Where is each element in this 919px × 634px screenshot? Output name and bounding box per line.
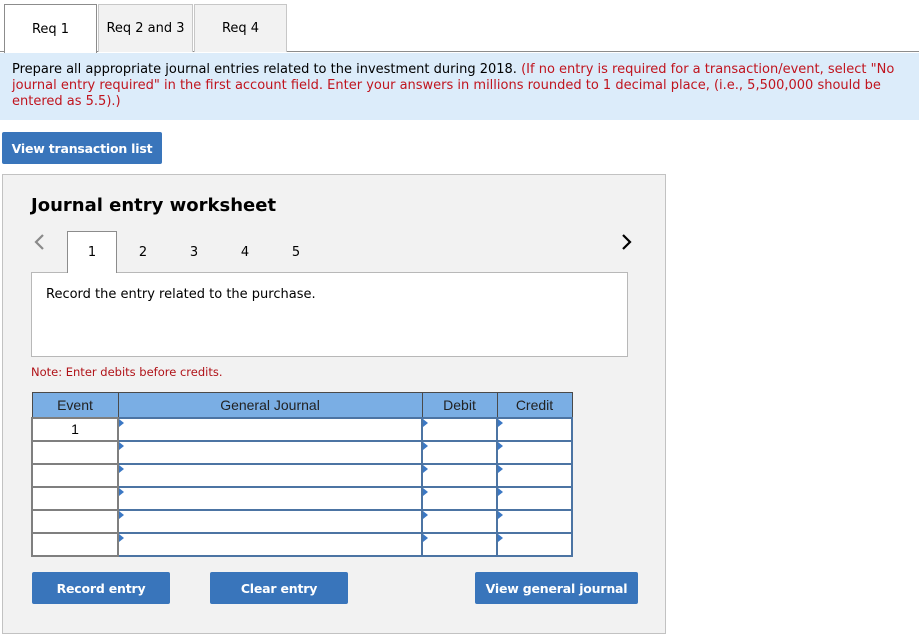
event-cell [31, 531, 119, 557]
account-field[interactable] [117, 462, 423, 488]
table-row [31, 531, 573, 557]
credit-field[interactable] [496, 439, 573, 465]
table-row [31, 462, 573, 488]
debit-field[interactable] [421, 462, 498, 488]
instructions-box: Prepare all appropriate journal entries … [0, 53, 919, 120]
header-credit: Credit [496, 392, 573, 418]
step-tab-3[interactable]: 3 [169, 231, 219, 273]
table-row [31, 508, 573, 534]
step-tab-4[interactable]: 4 [220, 231, 270, 273]
record-entry-button[interactable]: Record entry [32, 572, 170, 604]
journal-table: Event General Journal Debit Credit 1 [31, 392, 573, 557]
debit-field[interactable] [421, 485, 498, 511]
account-field[interactable] [117, 416, 423, 442]
header-general-journal: General Journal [117, 392, 423, 418]
debit-field[interactable] [421, 439, 498, 465]
credit-field[interactable] [496, 485, 573, 511]
chevron-right-icon[interactable] [621, 233, 633, 251]
event-cell: 1 [31, 416, 119, 442]
tab-req-4[interactable]: Req 4 [194, 4, 287, 52]
journal-entry-worksheet: Journal entry worksheet 1 2 3 4 5 Record… [2, 174, 666, 634]
step-tab-2[interactable]: 2 [118, 231, 168, 273]
table-row [31, 439, 573, 465]
view-general-journal-button[interactable]: View general journal [475, 572, 638, 604]
account-field[interactable] [117, 508, 423, 534]
account-field[interactable] [117, 439, 423, 465]
event-cell [31, 485, 119, 511]
debit-field[interactable] [421, 508, 498, 534]
table-row [31, 485, 573, 511]
table-header-row: Event General Journal Debit Credit [31, 392, 573, 418]
step-tab-1[interactable]: 1 [67, 231, 117, 273]
tab-req-2-and-3[interactable]: Req 2 and 3 [98, 4, 193, 52]
account-field[interactable] [117, 485, 423, 511]
requirement-tabs: Req 1 Req 2 and 3 Req 4 [0, 0, 919, 53]
debits-note: Note: Enter debits before credits. [31, 365, 223, 379]
event-cell [31, 462, 119, 488]
chevron-left-icon[interactable] [33, 233, 45, 251]
account-field[interactable] [117, 531, 423, 557]
credit-field[interactable] [496, 531, 573, 557]
table-row: 1 [31, 416, 573, 442]
entry-description: Record the entry related to the purchase… [31, 272, 628, 357]
credit-field[interactable] [496, 462, 573, 488]
tab-req-1[interactable]: Req 1 [4, 4, 97, 53]
instructions-main: Prepare all appropriate journal entries … [12, 62, 517, 77]
debit-field[interactable] [421, 531, 498, 557]
header-debit: Debit [421, 392, 498, 418]
view-transaction-list-button[interactable]: View transaction list [2, 132, 162, 164]
event-cell [31, 439, 119, 465]
clear-entry-button[interactable]: Clear entry [210, 572, 348, 604]
header-event: Event [31, 392, 119, 418]
debit-field[interactable] [421, 416, 498, 442]
step-tab-5[interactable]: 5 [271, 231, 321, 273]
event-cell [31, 508, 119, 534]
credit-field[interactable] [496, 416, 573, 442]
credit-field[interactable] [496, 508, 573, 534]
worksheet-title: Journal entry worksheet [31, 195, 277, 216]
entry-description-text: Record the entry related to the purchase… [46, 287, 316, 302]
